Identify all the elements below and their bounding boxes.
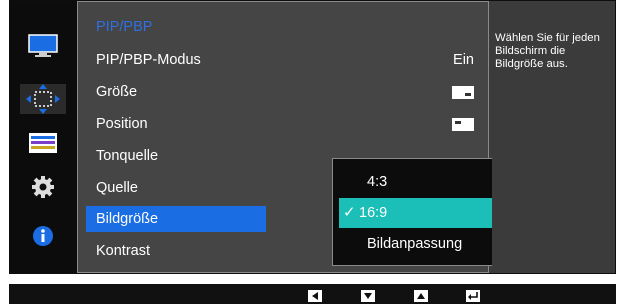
menu-panel: PIP/PBP PIP/PBP-Modus Ein Größe Position…: [77, 1, 541, 273]
down-icon[interactable]: [361, 290, 375, 302]
position-icon: [452, 118, 474, 131]
menu-item-position[interactable]: Position: [96, 116, 148, 132]
information-icon[interactable]: [20, 221, 66, 251]
picture-icon[interactable]: [20, 31, 66, 61]
onscreen-display-icon[interactable]: [20, 84, 66, 114]
navigation-bar: [9, 284, 616, 304]
pip-pbp-mode-value: Ein: [453, 52, 474, 68]
left-icon[interactable]: [308, 290, 322, 302]
enter-icon[interactable]: [466, 290, 480, 302]
menu-title: PIP/PBP: [96, 19, 153, 35]
osd-window: PIP/PBP PIP/PBP-Modus Ein Größe Position…: [9, 0, 616, 274]
up-icon[interactable]: [414, 290, 428, 302]
help-text: Wählen Sie für jeden Bildschirm die Bild…: [495, 32, 600, 70]
help-panel: Wählen Sie für jeden Bildschirm die Bild…: [492, 1, 615, 273]
checkmark-icon: ✓: [343, 204, 356, 221]
menu-item-picture-size[interactable]: Bildgröße: [96, 211, 158, 227]
system-icon[interactable]: [20, 128, 66, 158]
menu-item-size[interactable]: Größe: [96, 84, 137, 100]
settings-gear-icon[interactable]: [20, 172, 66, 202]
menu-item-sound-source[interactable]: Tonquelle: [96, 148, 158, 164]
menu-item-source[interactable]: Quelle: [96, 180, 138, 196]
size-icon: [452, 86, 474, 99]
sidebar: [10, 1, 77, 273]
menu-item-contrast[interactable]: Kontrast: [96, 243, 150, 259]
menu-item-pip-pbp-mode[interactable]: PIP/PBP-Modus: [96, 52, 201, 68]
